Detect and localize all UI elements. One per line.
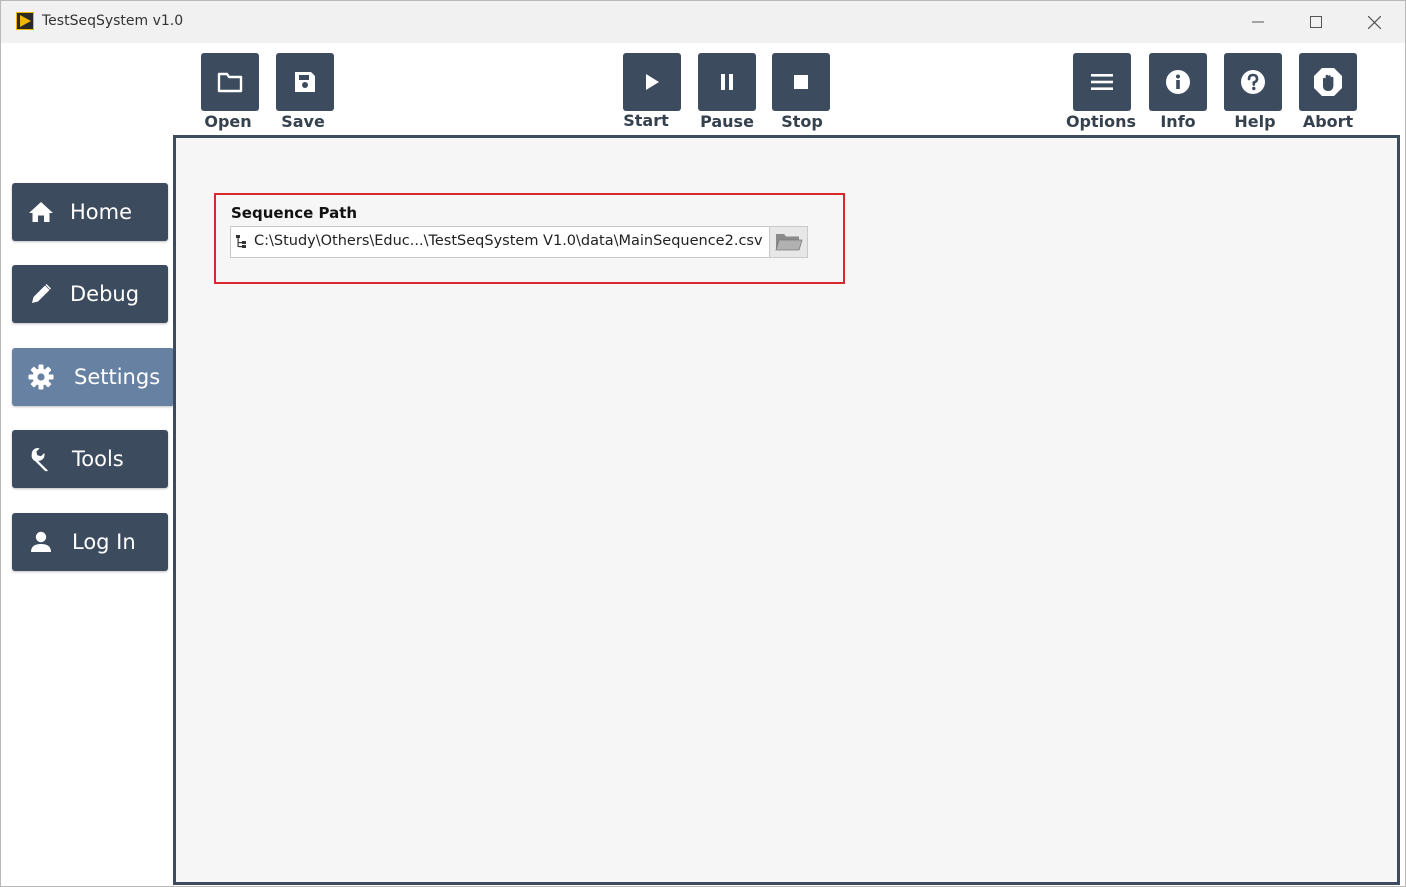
close-button[interactable] [1345,1,1403,43]
save-label: Save [281,112,325,131]
close-icon [1367,15,1381,29]
nav-login[interactable]: Log In [12,513,168,571]
stop-icon [794,75,808,89]
nav-settings[interactable]: Settings [12,348,174,406]
title-bar: TestSeqSystem v1.0 [1,1,1405,43]
window-title: TestSeqSystem v1.0 [42,13,184,29]
sequence-path-value: C:\Study\Others\Educ...\TestSeqSystem V1… [254,233,763,249]
folder-open-icon [217,72,243,93]
options-button[interactable] [1073,53,1131,111]
stop-label: Stop [781,112,823,131]
maximize-icon [1310,16,1322,28]
nav-debug-label: Debug [70,282,140,306]
nav-tools-label: Tools [72,447,124,471]
sequence-path-label: Sequence Path [231,204,358,222]
nav-debug[interactable]: Debug [12,265,168,323]
browse-button[interactable] [769,226,808,258]
maximize-button[interactable] [1287,1,1345,43]
user-icon [28,529,54,555]
abort-label: Abort [1302,112,1354,131]
app-window: TestSeqSystem v1.0 Open Save Start Pause [0,0,1406,887]
nav-tools[interactable]: Tools [12,430,168,488]
minimize-button[interactable] [1229,1,1287,43]
start-button[interactable] [623,53,681,111]
pencil-icon [28,281,54,307]
home-icon [28,199,54,225]
nav-home[interactable]: Home [12,183,168,241]
nav-settings-label: Settings [74,365,161,389]
abort-button[interactable] [1299,53,1357,111]
app-logo-icon [16,12,34,30]
stop-hand-icon [1314,68,1342,96]
folder-icon [774,234,803,251]
gear-icon [28,364,54,390]
menu-icon [1091,74,1113,90]
sequence-path-input[interactable]: C:\Study\Others\Educ...\TestSeqSystem V1… [230,226,770,258]
start-label: Start [623,111,669,130]
floppy-disk-icon [295,72,315,92]
minimize-icon [1252,21,1264,23]
save-button[interactable] [276,53,334,111]
pause-button[interactable] [698,53,756,111]
info-icon [1166,70,1190,94]
help-button[interactable] [1224,53,1282,111]
stop-button[interactable] [772,53,830,111]
wrench-icon [28,446,54,472]
help-icon [1241,70,1265,94]
info-button[interactable] [1149,53,1207,111]
play-icon [646,74,659,90]
open-button[interactable] [201,53,259,111]
nav-home-label: Home [70,200,133,224]
nav-login-label: Log In [72,530,136,554]
path-icon [236,235,246,248]
pause-icon [721,74,733,90]
